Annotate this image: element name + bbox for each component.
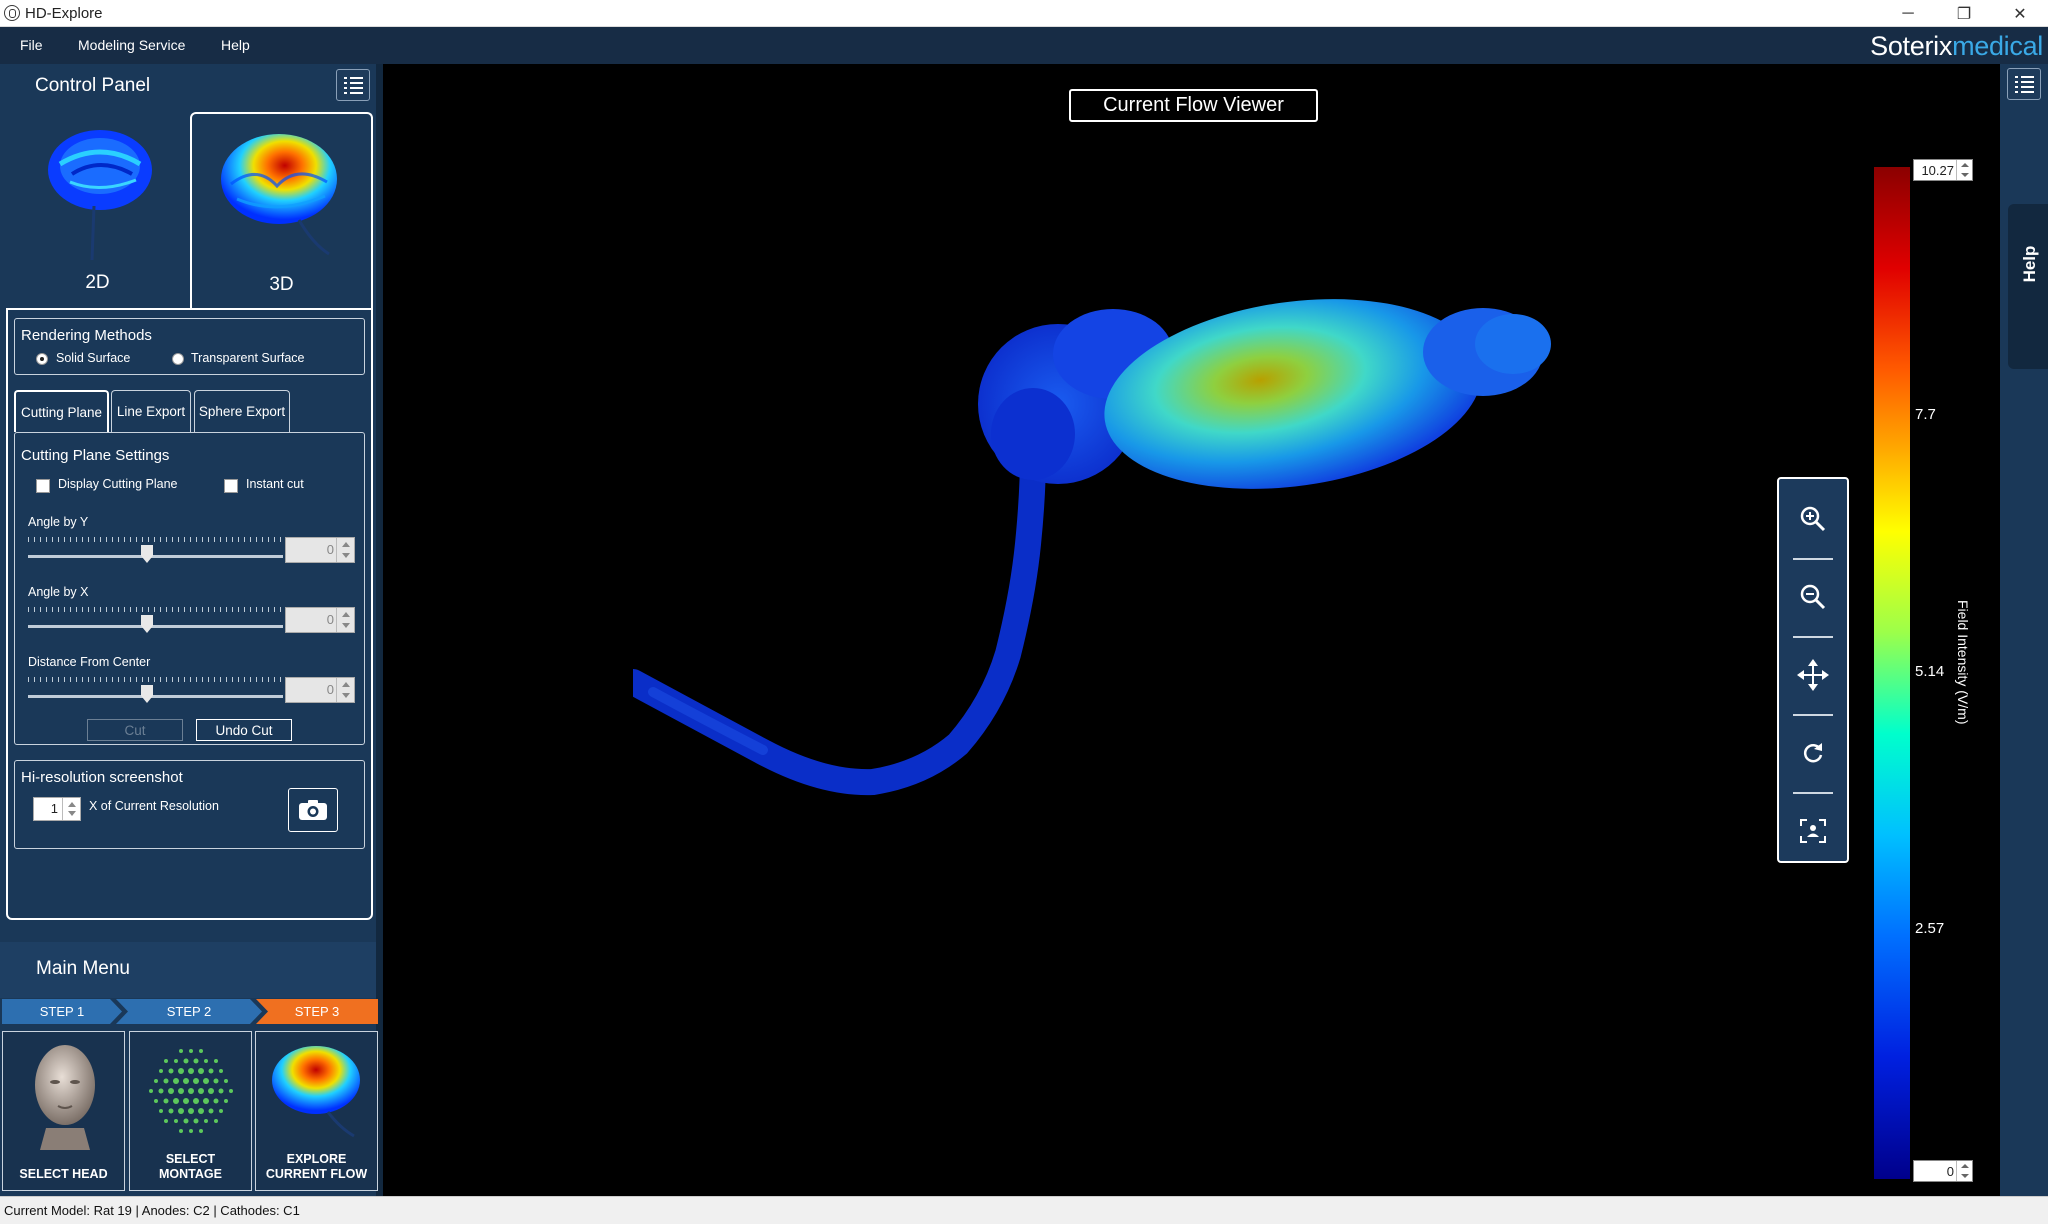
transparent-surface-label: Transparent Surface <box>191 351 305 365</box>
distance-thumb[interactable] <box>141 685 153 703</box>
head-model-icon <box>35 1045 95 1150</box>
step-1-indicator[interactable]: STEP 1 <box>2 999 122 1024</box>
colorbar-tick-7-7: 7.7 <box>1915 406 1936 423</box>
distance-input[interactable]: 0 <box>285 677 355 703</box>
title-bar: HD-Explore ─ ❐ ✕ <box>0 0 2048 27</box>
select-montage-card[interactable]: SELECT MONTAGE <box>129 1031 252 1191</box>
control-panel-menu-button[interactable] <box>336 69 370 101</box>
tab-line-export[interactable]: Line Export <box>111 390 191 432</box>
minimize-button[interactable]: ─ <box>1880 0 1936 27</box>
cut-button[interactable]: Cut <box>87 719 183 741</box>
brand-logo: Soterixmedical <box>1870 31 2043 61</box>
menu-modeling-service[interactable]: Modeling Service <box>78 37 185 53</box>
main-menu-header: Main Menu <box>0 942 376 998</box>
colorbar-min-input[interactable]: 0 <box>1913 1160 1973 1182</box>
tab-cutting-plane[interactable]: Cutting Plane <box>14 390 109 432</box>
close-button[interactable]: ✕ <box>1992 0 2048 27</box>
undo-cut-button[interactable]: Undo Cut <box>196 719 292 741</box>
window-title: HD-Explore <box>25 5 103 22</box>
app-logo-icon <box>4 5 20 21</box>
angle-y-ticks <box>28 537 283 542</box>
resolution-factor-input[interactable]: 1 <box>33 797 81 821</box>
help-tab-label: Help <box>2020 245 2039 283</box>
colorbar-max-input[interactable]: 10.27 <box>1913 159 1973 181</box>
zoom-out-button[interactable] <box>1779 559 1847 635</box>
angle-y-label: Angle by Y <box>28 515 89 529</box>
colorbar-title: Field Intensity (V/m) <box>1955 600 1971 725</box>
explore-current-flow-caption: EXPLORE CURRENT FLOW <box>265 1152 368 1181</box>
angle-x-input[interactable]: 0 <box>285 607 355 633</box>
view-toolbar <box>1777 477 1849 863</box>
status-bar: Current Model: Rat 19 | Anodes: C2 | Cat… <box>0 1196 2048 1224</box>
angle-y-input[interactable]: 0 <box>285 537 355 563</box>
pan-button[interactable] <box>1779 637 1847 713</box>
angle-y-slider[interactable] <box>28 555 283 558</box>
zoom-out-icon <box>1800 584 1826 610</box>
brain-3d-icon <box>221 134 337 256</box>
tab-3d[interactable]: 3D <box>190 112 373 308</box>
fit-view-button[interactable] <box>1779 793 1847 869</box>
distance-ticks <box>28 677 283 682</box>
solid-surface-radio[interactable] <box>36 353 48 365</box>
step-2-indicator[interactable]: STEP 2 <box>116 999 262 1024</box>
tab-3d-label: 3D <box>269 274 294 295</box>
status-text: Current Model: Rat 19 | Anodes: C2 | Cat… <box>4 1203 300 1218</box>
rendering-methods-group: Rendering Methods Solid Surface Transpar… <box>14 318 365 375</box>
control-panel-header: Control Panel <box>0 64 376 110</box>
angle-x-label: Angle by X <box>28 585 89 599</box>
solid-surface-label: Solid Surface <box>56 351 131 365</box>
reset-icon <box>1803 743 1823 763</box>
pan-icon <box>1797 659 1829 691</box>
hi-res-screenshot-title: Hi-resolution screenshot <box>21 769 183 786</box>
brain-current-flow-icon <box>272 1046 360 1138</box>
instant-cut-label: Instant cut <box>246 477 304 491</box>
brain-2d-icon <box>48 130 152 261</box>
control-panel-title: Control Panel <box>35 75 151 96</box>
take-screenshot-button[interactable] <box>288 788 338 832</box>
colorbar-tick-5-14: 5.14 <box>1915 663 1945 680</box>
3d-viewport[interactable]: Current Flow Viewer 10.27 7.7 5.14 2.57 … <box>383 64 2000 1196</box>
tab-2d[interactable]: 2D <box>5 112 190 308</box>
select-head-caption: SELECT HEAD <box>19 1167 108 1181</box>
help-panel-strip: Help <box>2000 64 2048 1196</box>
menu-file[interactable]: File <box>20 37 43 53</box>
select-montage-caption: SELECT MONTAGE <box>159 1152 222 1181</box>
distance-label: Distance From Center <box>28 655 151 669</box>
angle-y-thumb[interactable] <box>141 545 153 563</box>
cutting-plane-group: Cutting Plane Settings Display Cutting P… <box>14 432 365 745</box>
angle-x-slider[interactable] <box>28 625 283 628</box>
zoom-in-icon <box>1800 506 1826 532</box>
screenshot-icon <box>1800 819 1826 843</box>
angle-x-thumb[interactable] <box>141 615 153 633</box>
menu-bar: File Modeling Service Help <box>0 27 2048 64</box>
left-panel-scrollbar[interactable] <box>376 64 383 1196</box>
zoom-in-button[interactable] <box>1779 481 1847 557</box>
brain-model-render[interactable] <box>633 294 1653 1014</box>
hi-res-screenshot-group: Hi-resolution screenshot 1 X of Current … <box>14 760 365 849</box>
angle-x-ticks <box>28 607 283 612</box>
viewer-title: Current Flow Viewer <box>1069 89 1318 122</box>
instant-cut-checkbox[interactable] <box>224 479 238 493</box>
tab-sphere-export[interactable]: Sphere Export <box>194 390 290 432</box>
cutting-plane-settings-title: Cutting Plane Settings <box>21 447 170 464</box>
tab-2d-label: 2D <box>85 272 110 293</box>
menu-help[interactable]: Help <box>221 37 250 53</box>
display-cutting-plane-label: Display Cutting Plane <box>58 477 178 491</box>
explore-current-flow-card[interactable]: EXPLORE CURRENT FLOW <box>255 1031 378 1191</box>
maximize-button[interactable]: ❐ <box>1936 0 1992 27</box>
camera-icon <box>299 800 327 820</box>
distance-slider[interactable] <box>28 695 283 698</box>
reset-view-button[interactable] <box>1779 715 1847 791</box>
select-head-card[interactable]: SELECT HEAD <box>2 1031 125 1191</box>
colorbar-tick-2-57: 2.57 <box>1915 920 1945 937</box>
resolution-factor-label: X of Current Resolution <box>89 799 219 813</box>
step-3-indicator[interactable]: STEP 3 <box>256 999 378 1024</box>
help-panel-menu-button[interactable] <box>2007 68 2041 100</box>
electrode-montage-icon <box>149 1049 233 1133</box>
rendering-methods-title: Rendering Methods <box>21 327 152 344</box>
transparent-surface-radio[interactable] <box>172 353 184 365</box>
main-menu-title: Main Menu <box>36 958 130 979</box>
display-cutting-plane-checkbox[interactable] <box>36 479 50 493</box>
colorbar <box>1874 167 1910 1179</box>
